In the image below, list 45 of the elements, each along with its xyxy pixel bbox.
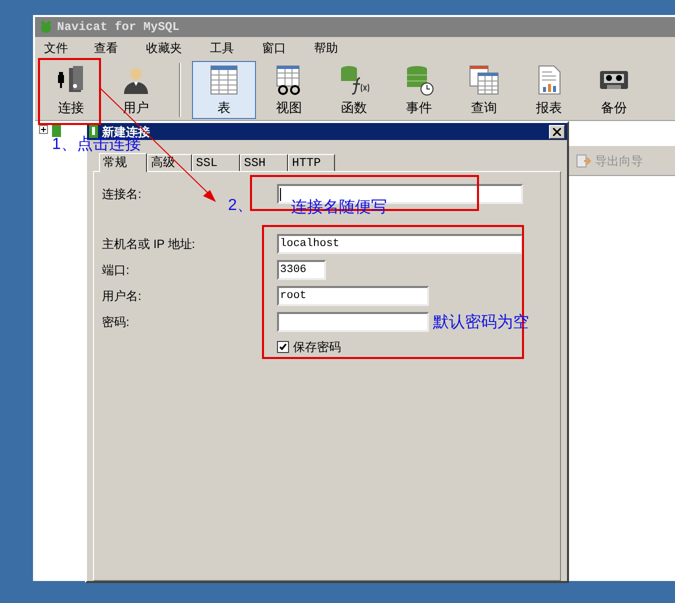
toolbar-button[interactable]: 用户 (104, 61, 168, 119)
input-field[interactable] (277, 312, 429, 332)
input-field[interactable]: 3306 (277, 260, 326, 280)
tab[interactable]: HTTP (288, 154, 335, 171)
toolbar-button[interactable]: 事件 (387, 61, 451, 119)
checkbox[interactable] (277, 341, 289, 353)
toolbar-button[interactable]: 查询 (452, 61, 516, 119)
expand-icon[interactable] (39, 125, 48, 134)
menu-item[interactable]: 帮助 (312, 39, 340, 57)
input-field[interactable]: localhost (277, 234, 523, 254)
window-title: Navicat for MySQL (57, 19, 180, 36)
annotation-text: 2、 (228, 197, 253, 215)
field-label: 主机名或 IP 地址: (102, 236, 196, 253)
tables-icon (468, 64, 500, 96)
tab[interactable]: 常规 (99, 153, 147, 172)
toolbar-button[interactable]: 表 (192, 61, 256, 119)
menu-item[interactable]: 文件 (42, 39, 70, 57)
field-label: 连接名: (102, 186, 142, 203)
text-cursor (280, 188, 281, 200)
annotation-text: 1、点击连接 (52, 136, 141, 154)
checkbox-label: 保存密码 (293, 339, 341, 356)
field-label: 用户名: (102, 288, 142, 305)
tab[interactable]: SSL (192, 154, 240, 171)
menu-item[interactable]: 工具 (208, 39, 236, 57)
menu-item[interactable]: 窗口 (260, 39, 288, 57)
toolbar-button[interactable]: 报表 (517, 61, 581, 119)
menu-item[interactable]: 收藏夹 (144, 39, 184, 57)
field-label: 端口: (102, 262, 130, 279)
export-icon (575, 152, 591, 168)
field-label: 密码: (102, 314, 130, 331)
toolbar-button[interactable]: 视图 (257, 61, 321, 119)
menu-item[interactable]: 查看 (92, 39, 120, 57)
tab[interactable]: 高级 (147, 154, 192, 171)
tab[interactable]: SSH (240, 154, 288, 171)
toolbar-button[interactable]: 连接 (39, 61, 103, 119)
close-button[interactable] (549, 124, 565, 138)
close-icon (553, 128, 561, 136)
database-function-icon (338, 64, 370, 96)
check-icon (279, 343, 287, 351)
input-field[interactable]: root (277, 286, 429, 306)
table-icon (208, 64, 240, 96)
toolbar-button[interactable]: 函数 (322, 61, 386, 119)
server-icon (52, 125, 61, 137)
toolbar-button[interactable]: 备份 (582, 61, 646, 119)
highlight-frame (38, 58, 101, 125)
